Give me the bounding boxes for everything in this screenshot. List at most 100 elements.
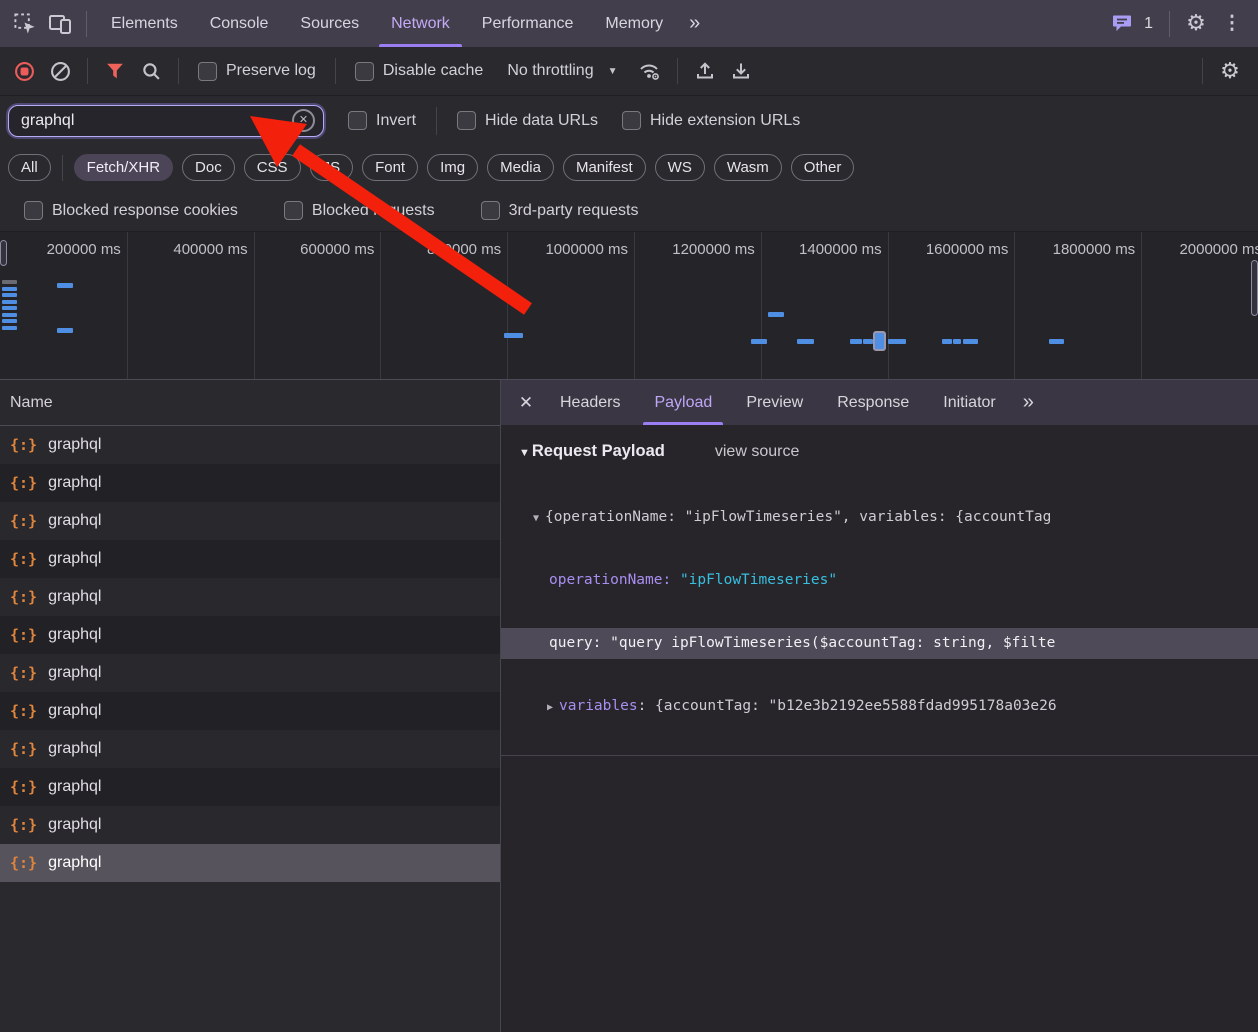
waterfall-bar xyxy=(57,328,73,333)
request-row[interactable]: {:}graphql xyxy=(0,464,500,502)
waterfall-bar xyxy=(2,293,17,297)
record-network-log-icon[interactable] xyxy=(6,53,42,89)
main-tab-strip: ElementsConsoleSourcesNetworkPerformance… xyxy=(95,0,679,47)
disable-cache-checkbox[interactable]: Disable cache xyxy=(355,62,484,81)
extra-filter-row: Blocked response cookies Blocked requests… xyxy=(0,190,1258,232)
divider xyxy=(677,58,678,84)
menu-dots-icon[interactable]: ⋮ xyxy=(1214,6,1250,42)
console-messages-icon[interactable] xyxy=(1104,6,1140,42)
payload-root-row[interactable]: ▼{operationName: "ipFlowTimeseries", var… xyxy=(501,502,1258,533)
view-source-link[interactable]: view source xyxy=(715,443,799,461)
search-icon[interactable] xyxy=(133,53,169,89)
checkbox[interactable] xyxy=(355,62,374,81)
close-icon[interactable]: ✕ xyxy=(509,386,543,420)
payload-operation-row[interactable]: operationName: "ipFlowTimeseries" xyxy=(501,565,1258,596)
chevron-down-icon: ▼ xyxy=(608,66,618,77)
request-row[interactable]: {:}graphql xyxy=(0,654,500,692)
json-braces-icon: {:} xyxy=(10,626,37,644)
tab-performance[interactable]: Performance xyxy=(466,0,590,47)
chip-css[interactable]: CSS xyxy=(244,154,301,181)
invert-checkbox[interactable]: Invert xyxy=(348,111,416,130)
chip-manifest[interactable]: Manifest xyxy=(563,154,646,181)
chip-fetch-xhr[interactable]: Fetch/XHR xyxy=(74,154,173,181)
waterfall-bar xyxy=(2,306,17,310)
check-3rd-party-requests[interactable]: 3rd-party requests xyxy=(481,201,639,220)
collapse-arrow-icon[interactable]: ▼ xyxy=(519,447,530,459)
clear-filter-icon[interactable]: ✕ xyxy=(292,109,315,132)
request-row[interactable]: {:}graphql xyxy=(0,578,500,616)
import-har-icon[interactable] xyxy=(687,53,723,89)
timeline-right-handle[interactable] xyxy=(1251,260,1258,316)
request-row[interactable]: {:}graphql xyxy=(0,768,500,806)
json-braces-icon: {:} xyxy=(10,816,37,834)
detail-tab-headers[interactable]: Headers xyxy=(543,380,637,425)
chip-js[interactable]: JS xyxy=(310,154,354,181)
check-blocked-response-cookies[interactable]: Blocked response cookies xyxy=(24,201,238,220)
payload-variables-row[interactable]: ▶variables: {accountTag: "b12e3b2192ee55… xyxy=(501,691,1258,722)
payload-query-row[interactable]: query: "query ipFlowTimeseries($accountT… xyxy=(501,628,1258,659)
network-conditions-icon[interactable] xyxy=(632,53,668,89)
checkbox[interactable] xyxy=(622,111,641,130)
throttling-select[interactable]: No throttling ▼ xyxy=(507,62,617,80)
detail-tab-initiator[interactable]: Initiator xyxy=(926,380,1012,425)
request-row[interactable]: {:}graphql xyxy=(0,844,500,882)
detail-tab-response[interactable]: Response xyxy=(820,380,926,425)
divider xyxy=(335,58,336,84)
tab-console[interactable]: Console xyxy=(194,0,285,47)
divider xyxy=(62,155,63,181)
clear-network-log-icon[interactable] xyxy=(42,53,78,89)
checkbox[interactable] xyxy=(457,111,476,130)
chip-wasm[interactable]: Wasm xyxy=(714,154,782,181)
request-row[interactable]: {:}graphql xyxy=(0,692,500,730)
json-braces-icon: {:} xyxy=(10,512,37,530)
hide-data-urls-checkbox[interactable]: Hide data URLs xyxy=(457,111,598,130)
tab-network[interactable]: Network xyxy=(375,0,466,47)
inspect-element-icon[interactable] xyxy=(6,6,42,42)
chip-other[interactable]: Other xyxy=(791,154,855,181)
timeline-label: 800000 ms xyxy=(379,241,501,258)
tab-memory[interactable]: Memory xyxy=(589,0,679,47)
request-row[interactable]: {:}graphql xyxy=(0,730,500,768)
chip-media[interactable]: Media xyxy=(487,154,554,181)
more-detail-tabs-icon[interactable]: » xyxy=(1013,391,1044,414)
more-tabs-icon[interactable]: » xyxy=(679,12,710,35)
request-row[interactable]: {:}graphql xyxy=(0,616,500,654)
expand-down-icon[interactable]: ▼ xyxy=(527,503,545,533)
chip-font[interactable]: Font xyxy=(362,154,418,181)
preserve-log-checkbox[interactable]: Preserve log xyxy=(198,62,316,81)
checkbox[interactable] xyxy=(481,201,500,220)
export-har-icon[interactable] xyxy=(723,53,759,89)
selected-request-marker xyxy=(873,331,886,351)
expand-right-icon[interactable]: ▶ xyxy=(541,692,559,722)
tab-elements[interactable]: Elements xyxy=(95,0,194,47)
chip-ws[interactable]: WS xyxy=(655,154,705,181)
filter-funnel-icon[interactable] xyxy=(97,53,133,89)
filter-chip-row: All Fetch/XHR Doc CSS JS Font Img Media Manifest… xyxy=(0,145,1258,190)
checkbox[interactable] xyxy=(24,201,43,220)
divider xyxy=(1169,11,1170,37)
filter-input[interactable] xyxy=(19,111,253,131)
chip-img[interactable]: Img xyxy=(427,154,478,181)
network-settings-gear-icon[interactable]: ⚙ xyxy=(1212,53,1248,89)
chip-all[interactable]: All xyxy=(8,154,51,181)
settings-gear-icon[interactable]: ⚙ xyxy=(1178,6,1214,42)
chip-doc[interactable]: Doc xyxy=(182,154,235,181)
checkbox[interactable] xyxy=(198,62,217,81)
network-split-view: Name {:}graphql{:}graphql{:}graphql{:}gr… xyxy=(0,380,1258,1032)
checkbox[interactable] xyxy=(348,111,367,130)
name-column-header[interactable]: Name xyxy=(0,380,500,426)
hide-extension-urls-checkbox[interactable]: Hide extension URLs xyxy=(622,111,800,130)
checkbox[interactable] xyxy=(284,201,303,220)
device-toolbar-icon[interactable] xyxy=(42,6,78,42)
request-row[interactable]: {:}graphql xyxy=(0,806,500,844)
request-row[interactable]: {:}graphql xyxy=(0,426,500,464)
timeline-overview[interactable]: 200000 ms400000 ms600000 ms800000 ms1000… xyxy=(0,232,1258,380)
request-row[interactable]: {:}graphql xyxy=(0,540,500,578)
check-blocked-requests[interactable]: Blocked requests xyxy=(284,201,435,220)
waterfall-bar xyxy=(963,339,978,344)
tab-sources[interactable]: Sources xyxy=(284,0,375,47)
waterfall-bar xyxy=(1049,339,1064,344)
detail-tab-payload[interactable]: Payload xyxy=(637,380,729,425)
detail-tab-preview[interactable]: Preview xyxy=(729,380,820,425)
request-row[interactable]: {:}graphql xyxy=(0,502,500,540)
